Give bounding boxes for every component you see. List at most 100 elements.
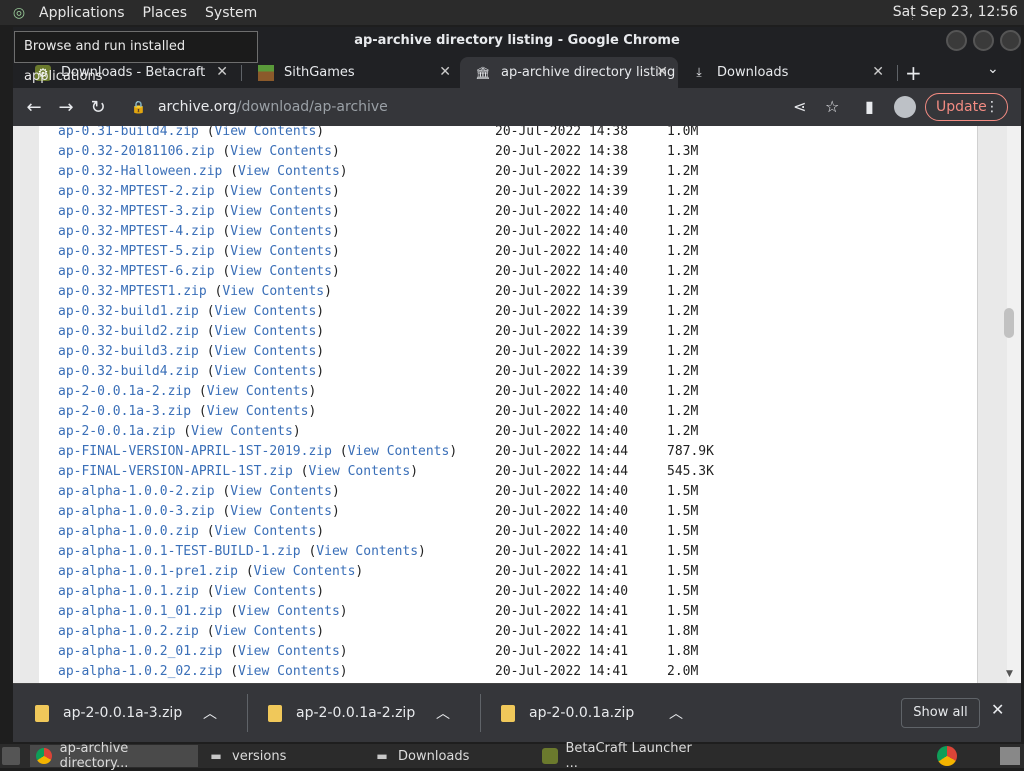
- file-link[interactable]: ap-0.32-MPTEST-2.zip: [58, 184, 215, 199]
- close-tab-icon[interactable]: ✕: [439, 64, 451, 80]
- show-desktop-icon[interactable]: [2, 747, 20, 765]
- view-contents-link[interactable]: View Contents: [238, 604, 340, 619]
- taskbar-item-betacraft-launcher[interactable]: BetaCraft Launcher ...: [536, 741, 704, 771]
- view-contents-link[interactable]: View Contents: [230, 144, 332, 159]
- view-contents-link[interactable]: View Contents: [308, 464, 410, 479]
- kebab-menu-icon[interactable]: ⋮: [985, 94, 999, 120]
- view-contents-link[interactable]: View Contents: [316, 544, 418, 559]
- file-link[interactable]: ap-0.32-build1.zip: [58, 304, 199, 319]
- file-link[interactable]: ap-0.32-MPTEST-3.zip: [58, 204, 215, 219]
- view-contents-link[interactable]: View Contents: [238, 644, 340, 659]
- file-link[interactable]: ap-0.32-build4.zip: [58, 364, 199, 379]
- gnome-foot-icon[interactable]: ◎: [8, 4, 30, 22]
- close-shelf-icon[interactable]: ✕: [991, 700, 1004, 719]
- view-contents-link[interactable]: View Contents: [230, 184, 332, 199]
- minimize-button[interactable]: [946, 30, 967, 51]
- view-contents-link[interactable]: View Contents: [238, 164, 340, 179]
- menu-applications[interactable]: Applications: [30, 5, 134, 21]
- view-contents-link[interactable]: View Contents: [207, 384, 309, 399]
- file-link[interactable]: ap-0.32-MPTEST1.zip: [58, 284, 207, 299]
- view-contents-link[interactable]: View Contents: [238, 664, 340, 679]
- tab-sithgames[interactable]: SithGames ✕: [243, 57, 461, 88]
- view-contents-link[interactable]: View Contents: [215, 584, 317, 599]
- view-contents-link[interactable]: View Contents: [230, 204, 332, 219]
- file-link[interactable]: ap-FINAL-VERSION-APRIL-1ST-2019.zip: [58, 444, 332, 459]
- view-contents-link[interactable]: View Contents: [230, 484, 332, 499]
- address-bar[interactable]: 🔒 archive.org/download/ap-archive: [123, 92, 873, 122]
- scroll-down-arrow-icon[interactable]: ▼: [1006, 669, 1013, 679]
- view-contents-link[interactable]: View Contents: [215, 624, 317, 639]
- scrollbar-thumb[interactable]: [1004, 308, 1014, 338]
- file-link[interactable]: ap-2-0.0.1a.zip: [58, 424, 175, 439]
- view-contents-link[interactable]: View Contents: [215, 126, 317, 139]
- view-contents-link[interactable]: View Contents: [215, 344, 317, 359]
- view-contents-link[interactable]: View Contents: [215, 324, 317, 339]
- file-link[interactable]: ap-alpha-1.0.2.zip: [58, 624, 199, 639]
- bookmark-star-icon[interactable]: ☆: [825, 97, 839, 116]
- side-panel-icon[interactable]: ▮: [865, 97, 874, 116]
- view-contents-link[interactable]: View Contents: [348, 444, 450, 459]
- close-window-button[interactable]: [1000, 30, 1021, 51]
- file-link[interactable]: ap-0.32-MPTEST-6.zip: [58, 264, 215, 279]
- menu-system[interactable]: System: [196, 5, 266, 21]
- view-contents-link[interactable]: View Contents: [230, 504, 332, 519]
- chevron-up-icon[interactable]: ︿: [669, 703, 683, 723]
- view-contents-link[interactable]: View Contents: [215, 304, 317, 319]
- view-contents-link[interactable]: View Contents: [215, 524, 317, 539]
- file-link[interactable]: ap-0.32-MPTEST-5.zip: [58, 244, 215, 259]
- file-link[interactable]: ap-alpha-1.0.1.zip: [58, 584, 199, 599]
- download-item[interactable]: ap-2-0.0.1a-2.zip ︿: [246, 684, 478, 742]
- tab-ap-archive[interactable]: 🏛 ap-archive directory listing ✕: [460, 57, 678, 88]
- file-link[interactable]: ap-FINAL-VERSION-APRIL-1ST.zip: [58, 464, 293, 479]
- file-link[interactable]: ap-alpha-1.0.1-TEST-BUILD-1.zip: [58, 544, 301, 559]
- profile-avatar-icon[interactable]: [894, 96, 916, 118]
- file-link[interactable]: ap-0.32-20181106.zip: [58, 144, 215, 159]
- tab-downloads[interactable]: ⤓ Downloads ✕: [676, 57, 894, 88]
- close-tab-icon[interactable]: ✕: [656, 64, 668, 80]
- chevron-up-icon[interactable]: ︿: [203, 703, 217, 723]
- view-contents-link[interactable]: View Contents: [254, 564, 356, 579]
- file-link[interactable]: ap-0.32-build3.zip: [58, 344, 199, 359]
- taskbar-item-chrome[interactable]: ap-archive directory...: [30, 741, 198, 771]
- back-icon[interactable]: ←: [18, 91, 50, 123]
- clock[interactable]: Sat Sep 23, 12:56: [893, 4, 1018, 20]
- file-link[interactable]: ap-alpha-1.0.2_01.zip: [58, 644, 222, 659]
- update-button[interactable]: Update ⋮: [925, 93, 1008, 121]
- view-contents-link[interactable]: View Contents: [215, 364, 317, 379]
- file-link[interactable]: ap-2-0.0.1a-2.zip: [58, 384, 191, 399]
- share-icon[interactable]: ⋖: [793, 97, 806, 116]
- chevron-up-icon[interactable]: ︿: [436, 703, 450, 723]
- view-contents-link[interactable]: View Contents: [230, 264, 332, 279]
- show-all-button[interactable]: Show all: [901, 698, 980, 728]
- file-link[interactable]: ap-alpha-1.0.1-pre1.zip: [58, 564, 238, 579]
- view-contents-link[interactable]: View Contents: [191, 424, 293, 439]
- view-contents-link[interactable]: View Contents: [230, 244, 332, 259]
- file-link[interactable]: ap-alpha-1.0.0-2.zip: [58, 484, 215, 499]
- file-link[interactable]: ap-2-0.0.1a-3.zip: [58, 404, 191, 419]
- workspace-switcher[interactable]: [1000, 747, 1020, 765]
- file-link[interactable]: ap-0.31-build4.zip: [58, 126, 199, 139]
- file-link[interactable]: ap-0.32-MPTEST-4.zip: [58, 224, 215, 239]
- download-item[interactable]: ap-2-0.0.1a-3.zip ︿: [13, 684, 245, 742]
- file-link[interactable]: ap-alpha-1.0.2_02.zip: [58, 664, 222, 679]
- file-link[interactable]: ap-0.32-Halloween.zip: [58, 164, 222, 179]
- taskbar-item-downloads[interactable]: ▬ Downloads: [368, 745, 528, 767]
- new-tab-icon[interactable]: +: [905, 61, 922, 85]
- view-contents-link[interactable]: View Contents: [222, 284, 324, 299]
- reload-icon[interactable]: ↻: [82, 91, 114, 123]
- taskbar-item-versions[interactable]: ▬ versions: [202, 745, 362, 767]
- close-tab-icon[interactable]: ✕: [872, 64, 884, 80]
- file-link[interactable]: ap-alpha-1.0.1_01.zip: [58, 604, 222, 619]
- vertical-scrollbar[interactable]: [1007, 126, 1021, 683]
- download-item[interactable]: ap-2-0.0.1a.zip ︿: [479, 684, 711, 742]
- lock-icon[interactable]: 🔒: [131, 100, 146, 114]
- close-tab-icon[interactable]: ✕: [216, 64, 228, 80]
- forward-icon[interactable]: →: [50, 91, 82, 123]
- tray-chrome-icon[interactable]: [937, 746, 957, 766]
- menu-places[interactable]: Places: [134, 5, 197, 21]
- view-contents-link[interactable]: View Contents: [207, 404, 309, 419]
- file-link[interactable]: ap-alpha-1.0.0.zip: [58, 524, 199, 539]
- file-link[interactable]: ap-alpha-1.0.0-3.zip: [58, 504, 215, 519]
- maximize-button[interactable]: [973, 30, 994, 51]
- view-contents-link[interactable]: View Contents: [230, 224, 332, 239]
